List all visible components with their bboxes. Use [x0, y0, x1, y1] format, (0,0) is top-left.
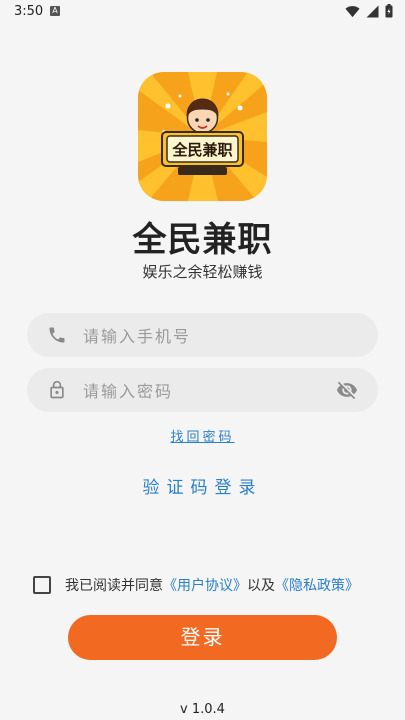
- user-agreement-link[interactable]: 《用户协议》: [163, 578, 247, 594]
- logo-text: 全民兼职: [171, 141, 232, 159]
- privacy-policy-link[interactable]: 《隐私政策》: [275, 578, 359, 594]
- status-icons: [345, 4, 393, 18]
- agreement-checkbox[interactable]: [33, 576, 51, 594]
- signal-icon: [366, 5, 379, 17]
- version-label: v 1.0.4: [180, 702, 225, 717]
- battery-icon: [385, 4, 393, 18]
- notification-icon: A: [50, 6, 60, 16]
- phone-input[interactable]: [81, 313, 345, 359]
- app-logo: 全民兼职: [138, 72, 267, 201]
- lock-icon: [50, 380, 64, 399]
- phone-icon: [49, 327, 65, 343]
- status-bar: 3:50 A: [0, 0, 405, 24]
- password-input[interactable]: [81, 368, 345, 414]
- password-field[interactable]: [27, 368, 378, 414]
- app-slogan: 娱乐之余轻松赚钱: [142, 263, 263, 281]
- agreement-text: 我已阅读并同意《用户协议》以及《隐私政策》: [65, 575, 359, 595]
- login-button[interactable]: 登录: [68, 615, 337, 660]
- code-login-link[interactable]: 验证码登录: [0, 473, 405, 498]
- wifi-icon: [345, 5, 360, 17]
- forgot-password-link[interactable]: 找回密码: [0, 426, 405, 445]
- status-time: 3:50: [14, 4, 44, 19]
- agreement-row: 我已阅读并同意《用户协议》以及《隐私政策》: [33, 575, 393, 595]
- agreement-and: 以及: [247, 578, 275, 594]
- app-name: 全民兼职: [132, 220, 273, 260]
- phone-field[interactable]: [27, 313, 378, 359]
- eye-off-icon[interactable]: [336, 379, 358, 401]
- agreement-prefix: 我已阅读并同意: [65, 578, 163, 594]
